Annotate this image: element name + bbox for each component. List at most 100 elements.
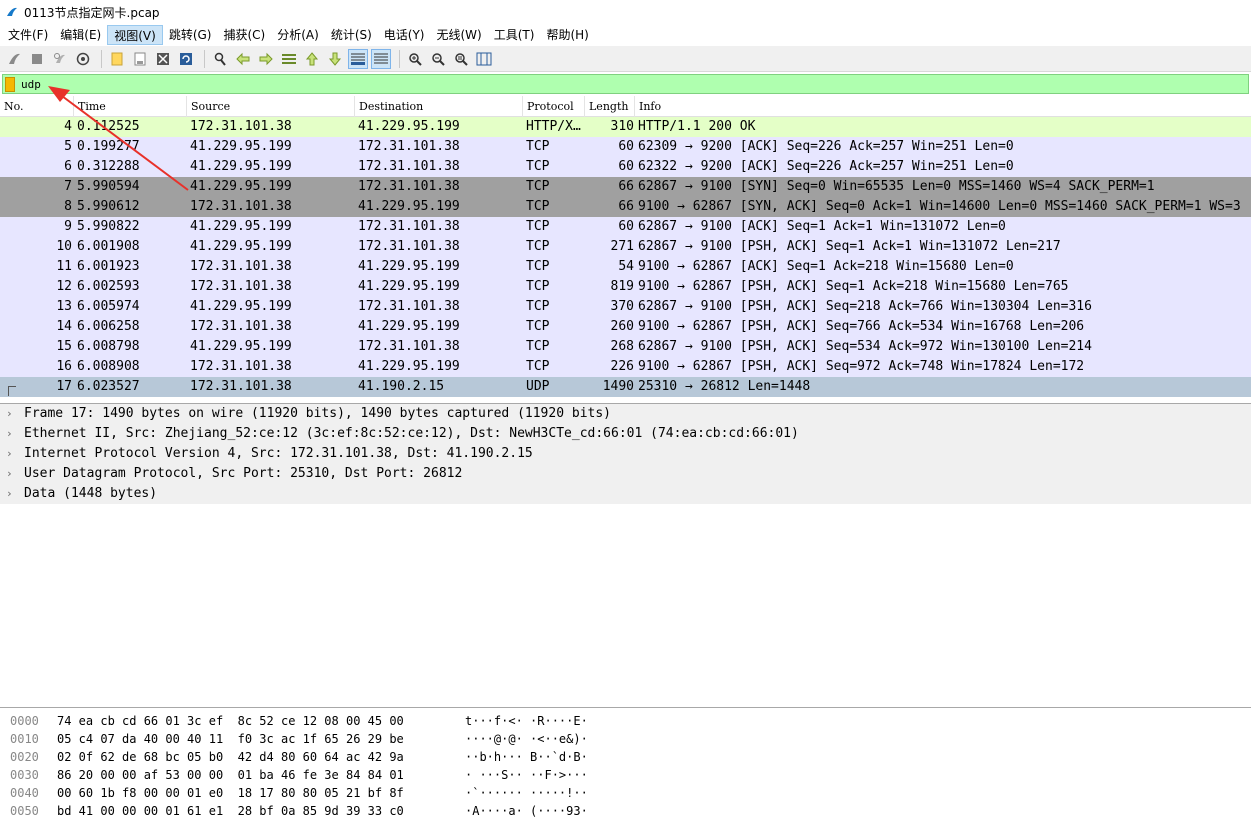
- detail-tree-item[interactable]: › Data (1448 bytes): [0, 484, 1251, 504]
- hex-bytes[interactable]: 00 60 1b f8 00 00 01 e0 18 17 80 80 05 2…: [57, 784, 404, 802]
- column-header-length[interactable]: Length: [585, 96, 635, 117]
- hex-bytes[interactable]: 74 ea cb cd 66 01 3c ef 8c 52 ce 12 08 0…: [57, 712, 404, 730]
- packet-cell-info: 62867 → 9100 [PSH, ACK] Seq=1 Ack=1 Win=…: [638, 239, 1061, 254]
- menu-item-4[interactable]: 捕获(C): [217, 25, 271, 45]
- packet-row[interactable]: 17 6.023527 172.31.101.38 41.190.2.15 UDP 149…: [0, 377, 1251, 397]
- packet-cell-destination: 172.31.101.38: [358, 239, 460, 254]
- hex-ascii[interactable]: ·`······ ·····!··: [465, 784, 588, 802]
- chevron-right-icon[interactable]: ›: [6, 484, 16, 504]
- packet-row[interactable]: 15 6.008798 41.229.95.199 172.31.101.38 TCP 2…: [0, 337, 1251, 357]
- first-packet-icon[interactable]: [302, 49, 322, 69]
- packet-row[interactable]: 9 5.990822 41.229.95.199 172.31.101.38 TCP 60…: [0, 217, 1251, 237]
- hex-ascii[interactable]: ·A····a· (····93·: [465, 802, 588, 819]
- menu-item-3[interactable]: 跳转(G): [163, 25, 218, 45]
- go-to-packet-icon[interactable]: [279, 49, 299, 69]
- column-header-source[interactable]: Source: [187, 96, 355, 117]
- packet-cell-time: 6.001908: [77, 239, 140, 254]
- hex-offset: 0020: [10, 750, 39, 764]
- chevron-right-icon[interactable]: ›: [6, 404, 16, 424]
- packet-cell-protocol: TCP: [526, 239, 550, 254]
- go-back-icon[interactable]: [233, 49, 253, 69]
- hex-row: 0050 bd 41 00 00 00 01 61 e1 28 bf 0a 85 …: [0, 802, 1251, 819]
- reload-file-icon[interactable]: [176, 49, 196, 69]
- auto-scroll-icon[interactable]: [348, 48, 368, 69]
- packet-cell-no: 6: [64, 159, 72, 174]
- column-header-protocol[interactable]: Protocol: [523, 96, 585, 117]
- chevron-right-icon[interactable]: ›: [6, 444, 16, 464]
- packet-row[interactable]: 14 6.006258 172.31.101.38 41.229.95.199 TCP 2…: [0, 317, 1251, 337]
- save-file-icon[interactable]: [130, 49, 150, 69]
- menu-item-10[interactable]: 帮助(H): [540, 25, 594, 45]
- close-file-icon[interactable]: [153, 49, 173, 69]
- hex-ascii[interactable]: t···f·<· ·R····E·: [465, 712, 588, 730]
- packet-cell-protocol: TCP: [526, 299, 550, 314]
- packet-cell-protocol: TCP: [526, 359, 550, 374]
- detail-tree-item[interactable]: › User Datagram Protocol, Src Port: 25310…: [0, 464, 1251, 484]
- packet-row[interactable]: 10 6.001908 41.229.95.199 172.31.101.38 TCP 2…: [0, 237, 1251, 257]
- packet-row[interactable]: 8 5.990612 172.31.101.38 41.229.95.199 TCP 66…: [0, 197, 1251, 217]
- packet-cell-time: 0.312288: [77, 159, 140, 174]
- chevron-right-icon[interactable]: ›: [6, 424, 16, 444]
- hex-bytes[interactable]: 05 c4 07 da 40 00 40 11 f0 3c ac 1f 65 2…: [57, 730, 404, 748]
- packet-row[interactable]: 4 0.112525 172.31.101.38 41.229.95.199 HTTP/…: [0, 117, 1251, 137]
- resize-columns-icon[interactable]: [474, 49, 494, 69]
- packet-cell-length: 54: [618, 259, 634, 274]
- main-toolbar: [0, 46, 1251, 72]
- hex-ascii[interactable]: ··b·h··· B··`d·B·: [465, 748, 588, 766]
- menu-item-5[interactable]: 分析(A): [271, 25, 325, 45]
- last-packet-icon[interactable]: [325, 49, 345, 69]
- open-file-icon[interactable]: [107, 49, 127, 69]
- menu-item-9[interactable]: 工具(T): [488, 25, 541, 45]
- packet-row[interactable]: 7 5.990594 41.229.95.199 172.31.101.38 TCP 66…: [0, 177, 1251, 197]
- zoom-in-icon[interactable]: [405, 49, 425, 69]
- menu-item-7[interactable]: 电话(Y): [378, 25, 431, 45]
- shark-fin-start-icon[interactable]: [4, 49, 24, 69]
- packet-cell-no: 5: [64, 139, 72, 154]
- toolbar-separator: [101, 49, 102, 68]
- packet-cell-info: 9100 → 62867 [PSH, ACK] Seq=1 Ack=218 Wi…: [638, 279, 1069, 294]
- normal-size-icon[interactable]: [451, 49, 471, 69]
- menu-item-0[interactable]: 文件(F): [2, 25, 54, 45]
- packet-row[interactable]: 11 6.001923 172.31.101.38 41.229.95.199 TCP 5…: [0, 257, 1251, 277]
- colorize-icon[interactable]: [371, 48, 391, 69]
- go-forward-icon[interactable]: [256, 49, 276, 69]
- packet-cell-destination: 41.229.95.199: [358, 359, 460, 374]
- hex-bytes[interactable]: 02 0f 62 de 68 bc 05 b0 42 d4 80 60 64 a…: [57, 748, 404, 766]
- find-packet-icon[interactable]: [210, 49, 230, 69]
- restart-capture-icon[interactable]: [50, 49, 70, 69]
- packet-row[interactable]: 6 0.312288 41.229.95.199 172.31.101.38 TCP 60…: [0, 157, 1251, 177]
- column-header-no[interactable]: No.: [0, 96, 74, 117]
- packet-cell-no: 11: [56, 259, 72, 274]
- menu-item-6[interactable]: 统计(S): [325, 25, 378, 45]
- menu-item-8[interactable]: 无线(W): [431, 25, 488, 45]
- detail-tree-item[interactable]: › Frame 17: 1490 bytes on wire (11920 bit…: [0, 404, 1251, 424]
- hex-bytes[interactable]: 86 20 00 00 af 53 00 00 01 ba 46 fe 3e 8…: [57, 766, 404, 784]
- packet-cell-no: 8: [64, 199, 72, 214]
- packet-row[interactable]: 12 6.002593 172.31.101.38 41.229.95.199 TCP 8…: [0, 277, 1251, 297]
- column-header-time[interactable]: Time: [74, 96, 187, 117]
- packet-cell-info: 62309 → 9200 [ACK] Seq=226 Ack=257 Win=2…: [638, 139, 1014, 154]
- hex-bytes[interactable]: bd 41 00 00 00 01 61 e1 28 bf 0a 85 9d 3…: [57, 802, 404, 819]
- stop-capture-icon[interactable]: [27, 49, 47, 69]
- menu-item-2[interactable]: 视图(V): [107, 25, 163, 45]
- menu-bar: 文件(F) 编辑(E) 视图(V) 跳转(G) 捕获(C) 分析(A) 统计(S) 电话(Y)…: [0, 24, 1251, 46]
- packet-row[interactable]: 5 0.199277 41.229.95.199 172.31.101.38 TCP 60…: [0, 137, 1251, 157]
- capture-options-icon[interactable]: [73, 49, 93, 69]
- display-filter-input[interactable]: udp: [2, 74, 1249, 94]
- packet-cell-source: 41.229.95.199: [190, 179, 292, 194]
- display-filter-text[interactable]: udp: [21, 78, 41, 91]
- detail-tree-item[interactable]: › Ethernet II, Src: Zhejiang_52:ce:12 (3c…: [0, 424, 1251, 444]
- hex-ascii[interactable]: ····@·@· ·<··e&)·: [465, 730, 588, 748]
- detail-tree-item[interactable]: › Internet Protocol Version 4, Src: 172.3…: [0, 444, 1251, 464]
- column-header-destination[interactable]: Destination: [355, 96, 523, 117]
- display-filter-bar: udp: [0, 73, 1251, 95]
- packet-row[interactable]: 16 6.008908 172.31.101.38 41.229.95.199 TCP 2…: [0, 357, 1251, 377]
- column-header-info[interactable]: Info: [635, 96, 1251, 117]
- menu-item-1[interactable]: 编辑(E): [54, 25, 107, 45]
- packet-cell-time: 6.023527: [77, 379, 140, 394]
- packet-row[interactable]: 13 6.005974 41.229.95.199 172.31.101.38 TCP 3…: [0, 297, 1251, 317]
- bookmark-icon[interactable]: [5, 76, 15, 92]
- zoom-out-icon[interactable]: [428, 49, 448, 69]
- hex-ascii[interactable]: · ···S·· ··F·>···: [465, 766, 588, 784]
- chevron-right-icon[interactable]: ›: [6, 464, 16, 484]
